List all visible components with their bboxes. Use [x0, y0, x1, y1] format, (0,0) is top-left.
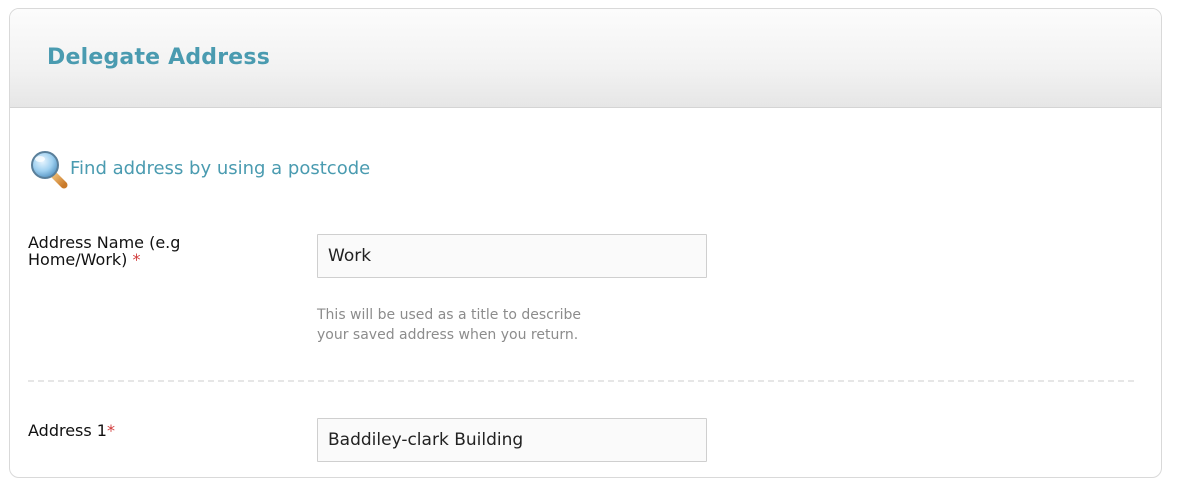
address-1-label: Address 1* — [28, 422, 288, 439]
form-divider — [28, 380, 1134, 382]
required-marker: * — [106, 421, 115, 440]
find-address-by-postcode-link[interactable]: Find address by using a postcode — [28, 148, 370, 190]
address-1-input[interactable] — [317, 418, 707, 462]
panel-header: Delegate Address — [10, 9, 1161, 108]
address-name-help: This will be used as a title to describe… — [317, 305, 737, 345]
panel-title: Delegate Address — [47, 45, 271, 70]
help-line-1: This will be used as a title to describe — [317, 307, 582, 323]
find-address-link-text: Find address by using a postcode — [70, 157, 371, 179]
magnifier-icon — [28, 148, 70, 190]
address-1-label-text: Address 1 — [28, 421, 107, 440]
address-name-input[interactable] — [317, 234, 707, 278]
address-name-label-text: Address Name (e.g Home/Work) — [28, 233, 181, 269]
required-marker: * — [132, 250, 141, 269]
address-name-label: Address Name (e.g Home/Work) * — [28, 234, 268, 268]
help-line-2: your saved address when you return. — [317, 327, 579, 343]
